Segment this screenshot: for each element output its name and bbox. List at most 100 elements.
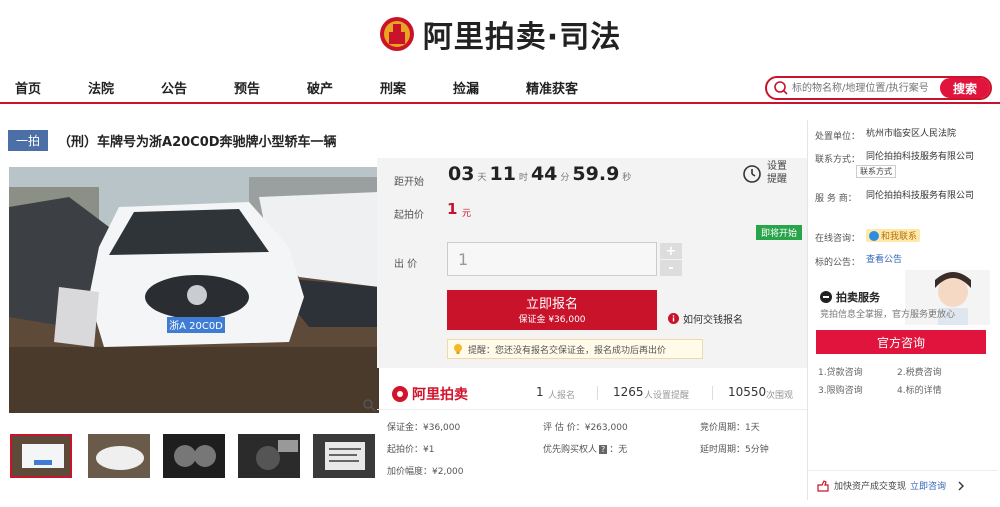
plate-text: 浙A 20C0D	[169, 320, 223, 332]
signup-button[interactable]: 立即报名 保证金 ¥36,000	[447, 290, 657, 330]
tip-box: 提醒：您还没有报名交保证金，报名成功后再出价	[447, 339, 703, 359]
start-price-info: 起拍价：¥1	[387, 445, 435, 455]
reminder-count: 1265	[613, 385, 644, 399]
countdown-hours-unit: 时	[518, 173, 528, 183]
consult-now-link[interactable]: 立即咨询	[910, 479, 946, 492]
chat-icon	[869, 230, 879, 241]
notice-label: 标的公告：	[815, 258, 861, 268]
nav-bankruptcy[interactable]: 破产	[307, 78, 333, 97]
bottom-consult-bar: 加快资产成交变现 立即咨询	[808, 470, 998, 500]
alarm-clock-icon[interactable]	[742, 162, 762, 184]
thumbnail-4[interactable]	[238, 434, 300, 478]
contact-value: 同伦拍拍科技服务有限公司	[866, 152, 975, 162]
thumbnail-image	[88, 434, 150, 478]
deposit-info: 保证金：¥36,000	[387, 423, 461, 433]
bid-period-info: 竞价周期：1天	[700, 423, 760, 433]
view-notice-link[interactable]: 查看公告	[866, 253, 902, 267]
countdown-days-unit: 天	[477, 173, 487, 183]
thumbnail-image	[163, 434, 225, 478]
delay-period-info: 延时周期：5分钟	[700, 445, 769, 455]
tax-consult-link[interactable]: 2.税费咨询	[897, 365, 942, 378]
priority-info: 优先购买权人? ：无	[543, 442, 627, 455]
nav-preview[interactable]: 预告	[234, 78, 260, 97]
thumbnail-5[interactable]	[313, 434, 375, 478]
consult-label: 在线咨询：	[815, 234, 861, 244]
increment-info: 加价幅度：¥2,000	[387, 467, 464, 477]
info-icon	[668, 313, 679, 324]
reminder-count-unit: 人设置提醒	[644, 391, 690, 401]
service-label: 服 务 商：	[815, 194, 857, 204]
view-count-unit: 次围观	[766, 391, 794, 401]
countdown: 03 天 11 时 44 分 59.9 秒	[448, 163, 631, 185]
nav-criminal[interactable]: 刑案	[380, 78, 406, 97]
bid-field	[447, 242, 657, 276]
search-icon	[774, 81, 788, 95]
item-title-row: 一拍 （刑）车牌号为浙A20C0D奔驰牌小型轿车一辆	[8, 129, 337, 151]
nav-customers[interactable]: 精准获客	[526, 78, 578, 97]
official-consult-button[interactable]: 官方咨询	[816, 330, 986, 354]
countdown-minutes: 44	[530, 163, 558, 185]
hand-icon	[817, 479, 829, 492]
thumbnail-3[interactable]	[163, 434, 225, 478]
contact-me-button[interactable]: 和我联系	[866, 229, 921, 242]
car-photo-image: 浙A 20C0D	[9, 167, 379, 413]
contact-phone-tag[interactable]: 联系方式	[856, 165, 896, 178]
service-desc: 竞拍信息全掌握，官方服务更放心	[820, 310, 956, 320]
status-badge: 即将开始	[756, 225, 803, 240]
hammer-icon	[820, 291, 832, 303]
round-badge: 一拍	[8, 129, 49, 151]
start-price-unit: 元	[462, 209, 472, 219]
chevron-right-icon[interactable]	[956, 481, 966, 491]
howto-link[interactable]: 如何交钱报名	[668, 311, 743, 326]
zoom-icon[interactable]	[362, 398, 376, 412]
thumbnail-1[interactable]	[10, 434, 72, 478]
nav-court[interactable]: 法院	[88, 78, 114, 97]
set-reminder-button[interactable]: 设置提醒	[767, 160, 791, 186]
ali-auction-text: 阿里拍卖	[412, 387, 468, 403]
search-bar: 搜索	[765, 76, 992, 100]
header-logo[interactable]: 阿里拍卖·司法	[0, 0, 1000, 68]
nav-bargain[interactable]: 捡漏	[453, 78, 479, 97]
start-price-value: 1	[447, 200, 458, 218]
service-title-text: 拍卖服务	[836, 291, 880, 304]
purchase-limit-link[interactable]: 3.限购咨询	[818, 383, 863, 396]
org-label: 处置单位：	[815, 132, 861, 142]
thumbnail-image	[238, 434, 300, 478]
bid-input[interactable]	[448, 243, 656, 275]
service-value: 同伦拍拍科技服务有限公司	[866, 191, 975, 201]
tip-text: 提醒：您还没有报名交保证金，报名成功后再出价	[468, 345, 667, 356]
search-button[interactable]: 搜索	[940, 78, 990, 98]
priority-label: 优先购买权人	[543, 445, 598, 455]
start-price-label: 起拍价	[394, 210, 424, 221]
bid-increase-button[interactable]: +	[660, 243, 682, 259]
main-photo[interactable]: 浙A 20C0D	[9, 167, 379, 413]
countdown-seconds-unit: 秒	[622, 173, 632, 183]
org-value: 杭州市临安区人民法院	[866, 129, 957, 139]
signup-count: 1	[536, 385, 544, 399]
service-title: 拍卖服务	[820, 289, 880, 305]
item-title: （刑）车牌号为浙A20C0D奔驰牌小型轿车一辆	[58, 134, 337, 150]
ali-auction-logo: 阿里拍卖	[392, 384, 468, 404]
bid-decrease-button[interactable]: -	[660, 260, 682, 276]
contact-label: 联系方式：	[815, 155, 861, 165]
thumbnail-image	[12, 436, 70, 476]
lightbulb-icon	[454, 344, 462, 354]
thumbnail-2[interactable]	[88, 434, 150, 478]
bottom-text: 加快资产成交变现	[834, 482, 907, 492]
countdown-days: 03	[448, 163, 475, 185]
howto-text: 如何交钱报名	[683, 315, 743, 326]
ali-auction-icon	[392, 386, 408, 402]
signup-count-unit: 人报名	[548, 391, 576, 401]
help-icon[interactable]: ?	[599, 445, 608, 454]
view-count: 10550	[728, 385, 767, 399]
nav-home[interactable]: 首页	[15, 78, 41, 97]
loan-consult-link[interactable]: 1.贷款咨询	[818, 365, 863, 378]
nav-notice[interactable]: 公告	[161, 78, 187, 97]
priority-value: ：无	[609, 445, 628, 455]
appraisal-info: 评 估 价：¥263,000	[543, 423, 628, 433]
countdown-label: 距开始	[394, 177, 424, 188]
countdown-seconds: 59.9	[572, 163, 620, 185]
item-detail-link[interactable]: 4.标的详情	[897, 383, 942, 396]
signup-deposit: 保证金 ¥36,000	[518, 315, 586, 325]
search-input[interactable]	[790, 78, 940, 98]
